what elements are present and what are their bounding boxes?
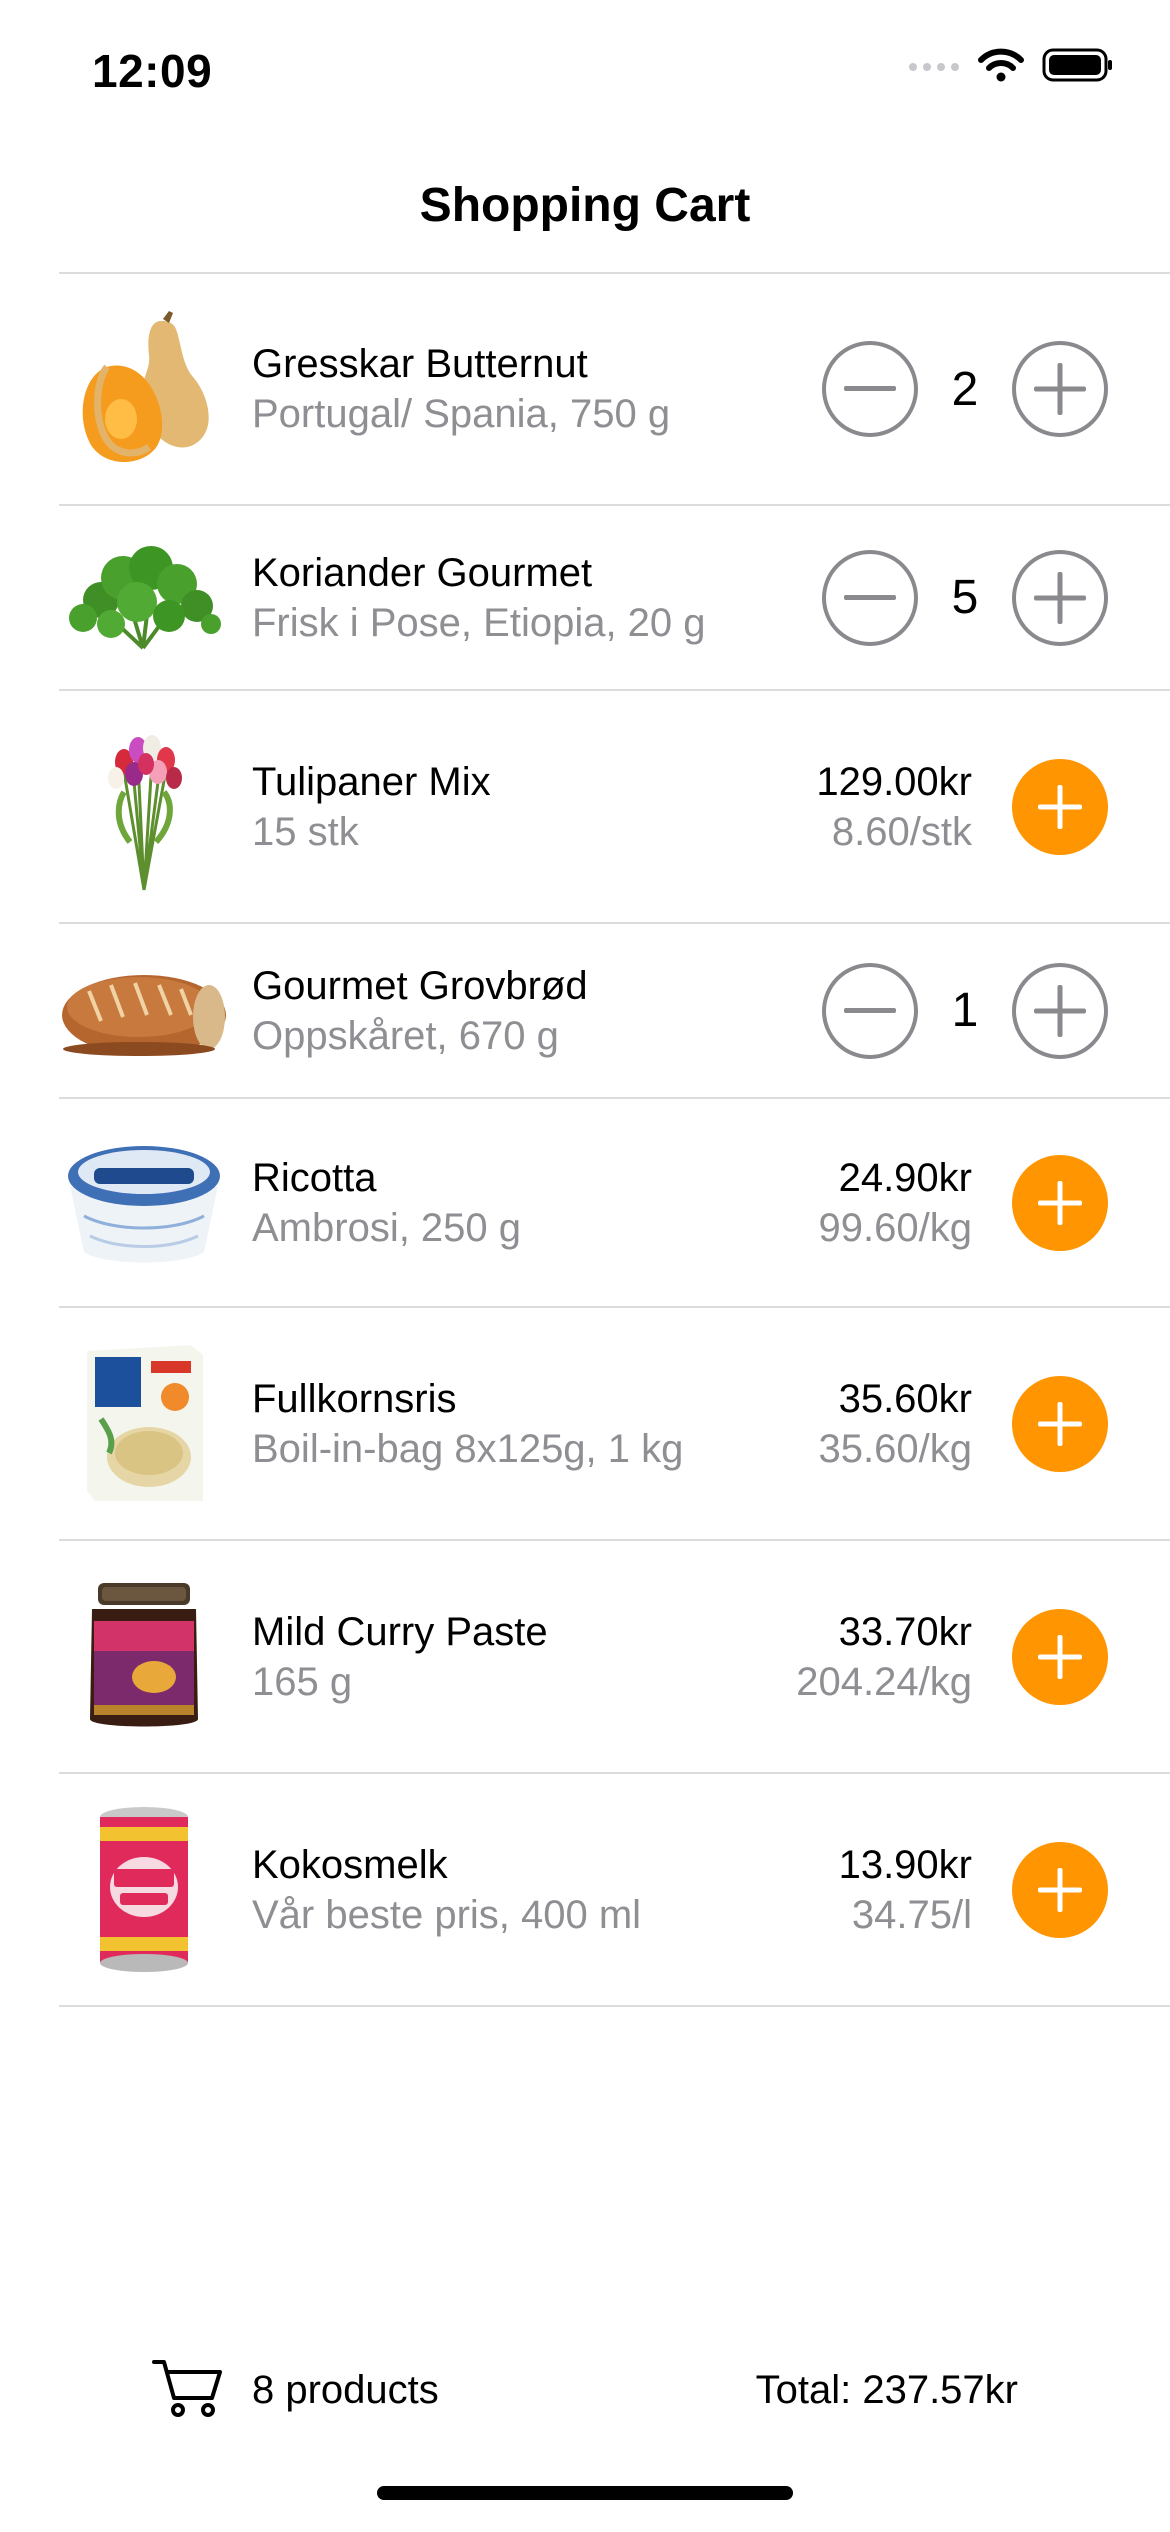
plus-icon [1038, 1401, 1082, 1446]
minus-icon [844, 594, 896, 600]
quantity-stepper[interactable]: 2 [822, 341, 1108, 437]
increment-button[interactable] [1012, 549, 1108, 646]
coconut-milk-can-image [59, 1774, 229, 2005]
price-block: 35.60kr 35.60/kg [819, 1374, 972, 1474]
curry-jar-image [59, 1541, 229, 1772]
product-description: Portugal/ Spania, 750 g [252, 392, 671, 436]
plus-icon [1034, 363, 1086, 415]
quantity-stepper[interactable]: 5 [822, 549, 1108, 646]
add-to-cart-button[interactable] [1012, 1608, 1108, 1705]
unit-price: 8.60/stk [831, 809, 972, 854]
product-name: Mild Curry Paste [252, 1609, 548, 1654]
rice-box-image [59, 1308, 229, 1539]
minus-icon [844, 386, 896, 391]
product-price: 33.70kr [838, 1609, 972, 1654]
cart-icon [152, 2358, 224, 2425]
list-item[interactable]: Mild Curry Paste 165 g 33.70kr 204.24/kg [59, 1541, 1170, 1774]
plus-icon [1038, 1180, 1082, 1225]
unit-price: 204.24/kg [796, 1659, 972, 1704]
add-to-cart-button[interactable] [1012, 1154, 1108, 1251]
battery-icon [1042, 48, 1112, 82]
product-name: Fullkornsris [252, 1376, 457, 1421]
cart-total: Total: 237.57kr [755, 2368, 1018, 2412]
wifi-icon [978, 48, 1024, 82]
quantity-value: 2 [951, 362, 979, 416]
product-name: Gresskar Butternut [252, 342, 588, 386]
product-price: 35.60kr [838, 1376, 972, 1421]
add-to-cart-button[interactable] [1012, 1375, 1108, 1472]
signal-icon [909, 63, 959, 71]
tulips-image [59, 691, 229, 922]
unit-price: 99.60/kg [818, 1205, 972, 1250]
decrement-button[interactable] [822, 962, 918, 1059]
status-time: 12:09 [92, 45, 213, 97]
increment-button[interactable] [1012, 341, 1108, 437]
unit-price: 34.75/l [851, 1892, 972, 1937]
page-title: Shopping Cart [419, 179, 751, 232]
decrement-button[interactable] [822, 549, 918, 646]
product-description: 165 g [252, 1659, 353, 1704]
list-item[interactable]: Ricotta Ambrosi, 250 g 24.90kr 99.60/kg [59, 1099, 1170, 1308]
coriander-image [59, 506, 229, 689]
status-bar: 12:09 [0, 0, 1170, 140]
plus-icon [1034, 571, 1086, 624]
product-description: Boil-in-bag 8x125g, 1 kg [252, 1426, 684, 1471]
quantity-value: 5 [951, 571, 979, 624]
product-description: Vår beste pris, 400 ml [252, 1892, 642, 1937]
product-name: Ricotta [252, 1155, 377, 1200]
product-price: 129.00kr [816, 759, 972, 804]
quantity-value: 1 [951, 984, 979, 1037]
product-count: 8 products [252, 2368, 439, 2412]
product-description: Ambrosi, 250 g [252, 1205, 522, 1250]
product-name: Kokosmelk [252, 1842, 448, 1887]
plus-icon [1038, 784, 1082, 829]
decrement-button[interactable] [822, 341, 918, 437]
butternut-squash-image [59, 274, 229, 504]
minus-icon [844, 1007, 896, 1013]
price-block: 129.00kr 8.60/stk [816, 757, 972, 857]
cart-footer: 8 products Total: 237.57kr [0, 2340, 1170, 2450]
home-indicator[interactable] [377, 2486, 793, 2500]
list-item[interactable]: Koriander Gourmet Frisk i Pose, Etiopia,… [59, 506, 1170, 691]
price-block: 33.70kr 204.24/kg [796, 1607, 972, 1707]
navigation-bar: Shopping Cart [0, 140, 1170, 272]
product-name: Koriander Gourmet [252, 550, 593, 595]
increment-button[interactable] [1012, 962, 1108, 1059]
product-name: Gourmet Grovbrød [252, 963, 588, 1008]
cart-list[interactable]: Gresskar Butternut Portugal/ Spania, 750… [59, 272, 1170, 2007]
price-block: 24.90kr 99.60/kg [819, 1153, 972, 1253]
plus-icon [1038, 1867, 1082, 1912]
plus-icon [1038, 1634, 1082, 1679]
product-name: Tulipaner Mix [252, 759, 491, 804]
quantity-stepper[interactable]: 1 [822, 962, 1108, 1059]
product-price: 13.90kr [838, 1842, 972, 1887]
list-item[interactable]: Gresskar Butternut Portugal/ Spania, 750… [59, 274, 1170, 506]
ricotta-tub-image [59, 1099, 229, 1306]
status-icons [908, 48, 1114, 82]
add-to-cart-button[interactable] [1012, 758, 1108, 855]
product-price: 24.90kr [838, 1155, 972, 1200]
list-item[interactable]: Fullkornsris Boil-in-bag 8x125g, 1 kg 35… [59, 1308, 1170, 1541]
list-item[interactable]: Kokosmelk Vår beste pris, 400 ml 13.90kr… [59, 1774, 1170, 2007]
add-to-cart-button[interactable] [1012, 1841, 1108, 1938]
plus-icon [1034, 984, 1086, 1037]
product-description: Oppskåret, 670 g [252, 1013, 559, 1058]
price-block: 13.90kr 34.75/l [839, 1840, 972, 1940]
unit-price: 35.60/kg [818, 1426, 972, 1471]
product-description: 15 stk [252, 809, 359, 854]
list-item[interactable]: Tulipaner Mix 15 stk 129.00kr 8.60/stk [59, 691, 1170, 924]
list-item[interactable]: Gourmet Grovbrød Oppskåret, 670 g 1 [59, 924, 1170, 1099]
bread-image [59, 924, 229, 1097]
product-description: Frisk i Pose, Etiopia, 20 g [252, 600, 706, 645]
